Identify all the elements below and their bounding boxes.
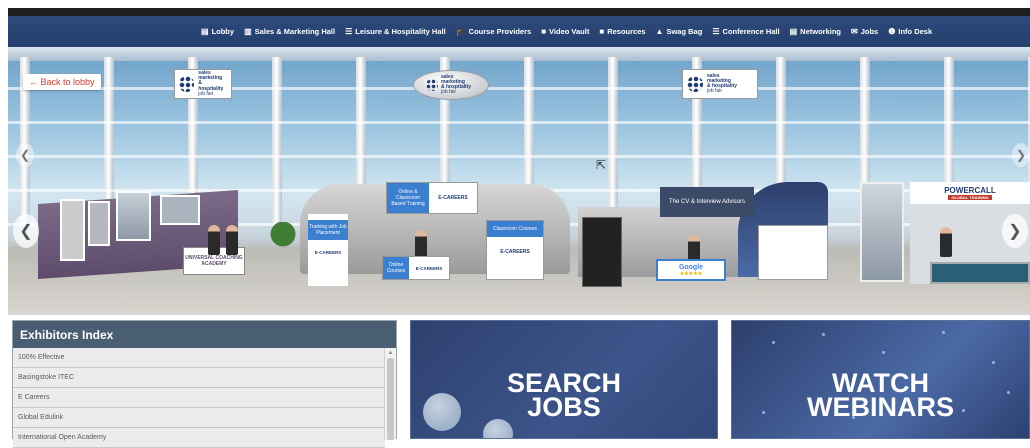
bag-icon: ▲ xyxy=(655,27,664,36)
sign-text: sales marketing & hospitality job fair xyxy=(707,72,738,95)
exhibitors-index-panel: Exhibitors Index 100% Effective Basingst… xyxy=(12,320,397,448)
interview-advisors-sign: The CV & Interview Advisors xyxy=(660,187,754,217)
classroom-courses-sign: Classroom Courses E-CAREERS xyxy=(486,220,544,280)
nav-sales-marketing-hall[interactable]: ▥ Sales & Marketing Hall xyxy=(239,16,340,47)
scrollbar-thumb[interactable] xyxy=(387,358,394,440)
exhibitors-index-title: Exhibitors Index xyxy=(13,321,396,348)
list-icon: ☰ xyxy=(712,27,720,36)
booth-attendant xyxy=(940,227,952,257)
logo-dots-icon xyxy=(426,79,438,91)
nav-video-vault[interactable]: ■ Video Vault xyxy=(536,16,594,47)
scroll-up-icon[interactable]: ▲ xyxy=(385,350,396,356)
nav-lobby[interactable]: ▤ Lobby xyxy=(196,16,239,47)
window-bar xyxy=(8,87,1030,90)
main-nav: ▤ Lobby ▥ Sales & Marketing Hall ☰ Leisure … xyxy=(8,16,1030,47)
booth-interview-advisors[interactable]: The CV & Interview Advisors Google ★★★★★ xyxy=(578,177,858,287)
envelope-icon: ✉ xyxy=(851,27,858,36)
search-jobs-tile[interactable]: SEARCH JOBS xyxy=(410,320,718,439)
info-circle-icon: ❶ xyxy=(888,27,896,36)
booth-attendant xyxy=(226,225,238,255)
sign-text: sales marketing & hospitality job fair xyxy=(198,69,224,97)
nav-info-desk[interactable]: ❶ Info Desk xyxy=(883,16,937,47)
book-display xyxy=(582,217,622,287)
scroll-right-arrow-icon[interactable]: ❯ xyxy=(1002,214,1028,248)
back-to-lobby-button[interactable]: ← Back to lobby xyxy=(23,74,101,90)
booth-photo xyxy=(860,182,904,282)
top-bar xyxy=(8,8,1030,16)
scroll-up-right-arrow-icon[interactable]: ❯ xyxy=(1012,143,1030,167)
nav-leisure-hospitality-hall[interactable]: ☰ Leisure & Hospitality Hall xyxy=(340,16,451,47)
logo-dots-icon xyxy=(179,76,195,92)
network-dot xyxy=(942,331,945,334)
blimp-text: sales marketing & hospitality job fair xyxy=(441,73,472,96)
list-icon: ☰ xyxy=(345,27,353,36)
video-camera-icon: ■ xyxy=(541,27,547,36)
network-dot xyxy=(772,341,775,344)
booth-e-careers[interactable]: Training with Job Placement E-CAREERS On… xyxy=(300,172,590,287)
booth-photo xyxy=(88,201,110,246)
nav-course-providers[interactable]: 🎓 Course Providers xyxy=(451,16,537,47)
exhibitor-item[interactable]: Basingstoke ITEC xyxy=(13,368,385,388)
nav-resources[interactable]: ■ Resources xyxy=(594,16,650,47)
training-panel: Training with Job Placement E-CAREERS xyxy=(308,214,348,286)
logo-dots-icon xyxy=(687,76,703,92)
booth-photo xyxy=(758,225,828,280)
google-rating-desk: Google ★★★★★ xyxy=(656,259,726,281)
booth-photo xyxy=(160,195,200,225)
window-bar xyxy=(8,121,1030,124)
job-fair-sign-right: sales marketing & hospitality job fair xyxy=(682,69,758,99)
watch-webinars-tile[interactable]: WATCH WEBINARS xyxy=(731,320,1030,439)
nav-networking[interactable]: ▤ Networking xyxy=(785,16,846,47)
exhibition-hall: ← Back to lobby sales marketing & hospital… xyxy=(8,47,1030,315)
nav-jobs[interactable]: ✉ Jobs xyxy=(846,16,883,47)
booth-universal-coaching[interactable]: UNIVERSAL COACHING ACADEMY xyxy=(38,187,248,282)
booth-attendant xyxy=(208,225,220,255)
document-icon: ▤ xyxy=(789,27,798,36)
network-dot xyxy=(822,333,825,336)
exhibitor-item[interactable]: International Open Academy xyxy=(13,428,385,448)
exhibitor-item[interactable]: Global Edulink xyxy=(13,408,385,428)
window-bar xyxy=(8,155,1030,158)
book-icon: ■ xyxy=(599,27,605,36)
scroll-up-left-arrow-icon[interactable]: ❮ xyxy=(16,143,34,167)
search-jobs-text: SEARCH JOBS xyxy=(506,368,621,422)
exhibitors-scrollbar[interactable]: ▲ xyxy=(384,348,396,440)
mouse-cursor-icon: ⇱ xyxy=(596,158,607,172)
job-fair-sign-left: sales marketing & hospitality job fair xyxy=(174,69,232,99)
network-dot xyxy=(992,361,995,364)
scroll-left-arrow-icon[interactable]: ❮ xyxy=(13,214,39,248)
hall-ceiling xyxy=(8,47,1030,61)
nav-swag-bag[interactable]: ▲ Swag Bag xyxy=(651,16,708,47)
booth-photo xyxy=(60,199,85,261)
powercall-sign: POWERCALL GLOBAL TRAINING xyxy=(910,182,1030,204)
plant-decoration xyxy=(270,222,296,252)
booth-photo xyxy=(116,191,151,241)
online-courses-desk: Online Courses E-CAREERS xyxy=(382,256,450,280)
nav-conference-hall[interactable]: ☰ Conference Hall xyxy=(707,16,784,47)
document-icon: ▤ xyxy=(201,27,209,36)
watch-webinars-text: WATCH WEBINARS xyxy=(807,368,954,422)
decorative-bubble xyxy=(483,419,513,438)
booth-desk xyxy=(930,262,1030,284)
graduation-cap-icon: 🎓 xyxy=(455,27,466,36)
network-dot xyxy=(882,351,885,354)
exhibitor-item[interactable]: 100% Effective xyxy=(13,348,385,368)
exhibitor-item[interactable]: E Careers xyxy=(13,388,385,408)
building-icon: ▥ xyxy=(244,27,252,36)
exhibitors-list: 100% Effective Basingstoke ITEC E Career… xyxy=(13,348,385,448)
job-fair-blimp: sales marketing & hospitality job fair xyxy=(413,70,489,100)
window-column xyxy=(272,57,282,225)
online-classroom-sign: Online & Classroom Based Training E-CARE… xyxy=(386,182,478,214)
